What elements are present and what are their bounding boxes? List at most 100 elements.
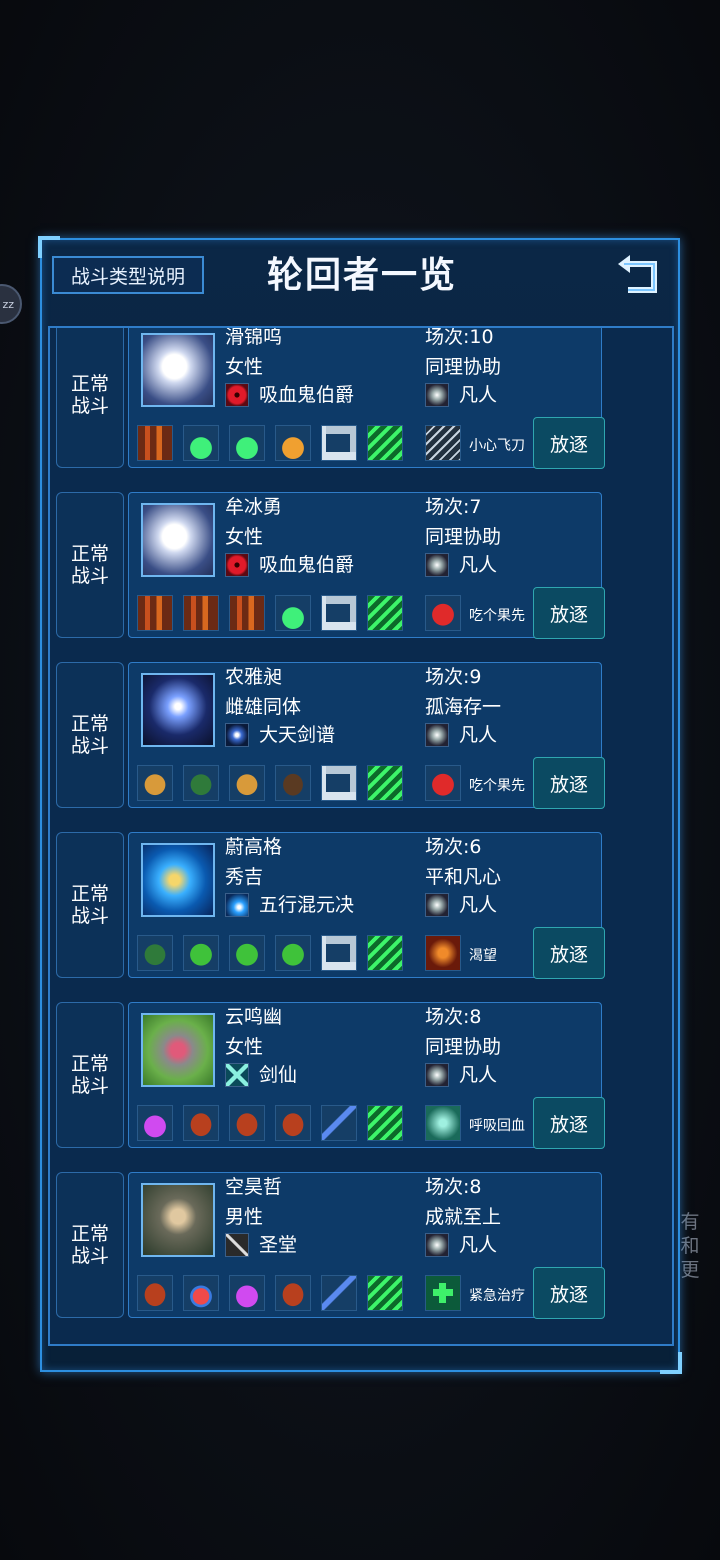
bamboo-icon[interactable] (229, 595, 265, 631)
pinecone-icon[interactable] (229, 765, 265, 801)
side-badge[interactable]: zz (0, 284, 22, 324)
character-card[interactable]: 滑锦呜 场次:10 女性 同理协助 吸血鬼伯爵 凡人 小心飞刀 放逐 (128, 326, 605, 469)
character-trait: 同理协助 (425, 1036, 502, 1058)
green-cross-icon[interactable] (425, 1275, 461, 1311)
red-fruit-icon[interactable] (425, 765, 461, 801)
meat-icon[interactable] (229, 1105, 265, 1141)
green-potion-icon[interactable] (275, 595, 311, 631)
expel-button[interactable]: 放逐 (533, 757, 605, 809)
flame-beast-icon[interactable] (425, 935, 461, 971)
gun-icon[interactable] (321, 425, 357, 461)
rank-star-icon (425, 1063, 449, 1087)
expel-button[interactable]: 放逐 (533, 927, 605, 979)
skill-name: 渴望 (469, 948, 497, 964)
red-fruit-icon[interactable] (425, 595, 461, 631)
green-potion-icon[interactable] (229, 425, 265, 461)
expel-button[interactable]: 放逐 (533, 587, 605, 639)
green-leaf-icon[interactable] (229, 935, 265, 971)
meat-icon[interactable] (275, 1275, 311, 1311)
claw-icon[interactable] (425, 425, 461, 461)
bamboo-icon[interactable] (183, 595, 219, 631)
green-coil-icon[interactable] (367, 595, 403, 631)
character-talent: 五行混元决 (259, 894, 355, 916)
battle-count: 场次:7 (425, 496, 482, 518)
blue-dagger-icon[interactable] (321, 1105, 357, 1141)
character-row: 正常 战斗 滑锦呜 场次:10 女性 同理协助 吸血鬼伯爵 凡人 小心飞刀 放逐 (50, 326, 672, 484)
expel-button[interactable]: 放逐 (533, 1267, 605, 1319)
green-coil-icon[interactable] (367, 1275, 403, 1311)
purple-potion-icon[interactable] (229, 1275, 265, 1311)
green-coil-icon[interactable] (367, 425, 403, 461)
character-rank: 凡人 (459, 894, 498, 916)
blue-wave-icon (225, 893, 249, 917)
character-gender: 女性 (225, 356, 264, 378)
green-leaf-icon[interactable] (275, 935, 311, 971)
breath-heal-icon[interactable] (425, 1105, 461, 1141)
battle-type-label: 正常 战斗 (56, 662, 124, 808)
character-trait: 孤海存一 (425, 696, 502, 718)
battle-type-label: 正常 战斗 (56, 1002, 124, 1148)
battle-type-help-button[interactable]: 战斗类型说明 (52, 256, 204, 294)
character-list[interactable]: 正常 战斗 滑锦呜 场次:10 女性 同理协助 吸血鬼伯爵 凡人 小心飞刀 放逐 … (48, 326, 674, 1346)
back-arrow-icon[interactable] (614, 252, 666, 302)
green-cone-icon[interactable] (183, 765, 219, 801)
character-rank: 凡人 (459, 724, 498, 746)
sword-vortex-portrait (141, 673, 215, 747)
gun-icon[interactable] (321, 765, 357, 801)
blue-dagger-icon[interactable] (321, 1275, 357, 1311)
green-coil-icon[interactable] (367, 935, 403, 971)
panel-footer (48, 1348, 674, 1368)
purple-potion-icon[interactable] (137, 1105, 173, 1141)
character-trait: 同理协助 (425, 526, 502, 548)
character-name: 空昊哲 (225, 1176, 283, 1198)
battle-count: 场次:6 (425, 836, 482, 858)
battle-type-label: 正常 战斗 (56, 1172, 124, 1318)
battle-count: 场次:10 (425, 326, 494, 348)
character-rank: 凡人 (459, 384, 498, 406)
character-gender: 秀吉 (225, 866, 264, 888)
character-card[interactable]: 农雅昶 场次:9 雌雄同体 孤海存一 大天剑谱 凡人 吃个果先 放逐 (128, 662, 605, 809)
character-gender: 雌雄同体 (225, 696, 302, 718)
page-title: 轮回者一览 (266, 255, 457, 296)
character-rank: 凡人 (459, 1234, 498, 1256)
green-coil-icon[interactable] (367, 765, 403, 801)
orange-potion-icon[interactable] (275, 425, 311, 461)
meat-icon[interactable] (137, 1275, 173, 1311)
brown-pod-icon[interactable] (275, 765, 311, 801)
rank-star-icon (425, 1233, 449, 1257)
bamboo-icon[interactable] (137, 595, 173, 631)
battle-type-label: 正常 战斗 (56, 328, 124, 468)
character-card[interactable]: 云鸣幽 场次:8 女性 同理协助 剑仙 凡人 呼吸回血 放逐 (128, 1002, 605, 1149)
expel-button[interactable]: 放逐 (533, 417, 605, 469)
character-trait: 同理协助 (425, 356, 502, 378)
character-card[interactable]: 蔚高格 场次:6 秀吉 平和凡心 五行混元决 凡人 渴望 放逐 (128, 832, 605, 979)
gun-icon[interactable] (321, 935, 357, 971)
character-talent: 大天剑谱 (259, 724, 336, 746)
character-talent: 吸血鬼伯爵 (259, 554, 355, 576)
character-row: 正常 战斗 蔚高格 场次:6 秀吉 平和凡心 五行混元决 凡人 渴望 放逐 (50, 824, 672, 994)
character-name: 滑锦呜 (225, 326, 283, 348)
character-card[interactable]: 牟冰勇 场次:7 女性 同理协助 吸血鬼伯爵 凡人 吃个果先 放逐 (128, 492, 605, 639)
green-potion-icon[interactable] (183, 425, 219, 461)
green-leaf-icon[interactable] (183, 935, 219, 971)
bamboo-icon[interactable] (137, 425, 173, 461)
forest-girl-portrait (141, 1013, 215, 1087)
skill-name: 吃个果先 (469, 608, 525, 624)
red-potion-icon[interactable] (183, 1275, 219, 1311)
meat-icon[interactable] (275, 1105, 311, 1141)
meat-icon[interactable] (183, 1105, 219, 1141)
character-trait: 成就至上 (425, 1206, 502, 1228)
character-talent: 圣堂 (259, 1234, 298, 1256)
reincarnator-panel: 战斗类型说明 轮回者一览 正常 战斗 滑锦呜 场次:10 女性 同理协助 吸血鬼伯… (38, 236, 682, 1374)
character-card[interactable]: 空昊哲 场次:8 男性 成就至上 圣堂 凡人 紧急治疗 放逐 (128, 1172, 605, 1319)
expel-button[interactable]: 放逐 (533, 1097, 605, 1149)
green-cone-icon[interactable] (137, 935, 173, 971)
pinecone-icon[interactable] (137, 765, 173, 801)
rank-star-icon (425, 553, 449, 577)
skill-name: 小心飞刀 (469, 438, 525, 454)
rank-star-icon (425, 723, 449, 747)
green-coil-icon[interactable] (367, 1105, 403, 1141)
red-eye-icon (225, 553, 249, 577)
cross-swords-icon (225, 1063, 249, 1087)
gun-icon[interactable] (321, 595, 357, 631)
